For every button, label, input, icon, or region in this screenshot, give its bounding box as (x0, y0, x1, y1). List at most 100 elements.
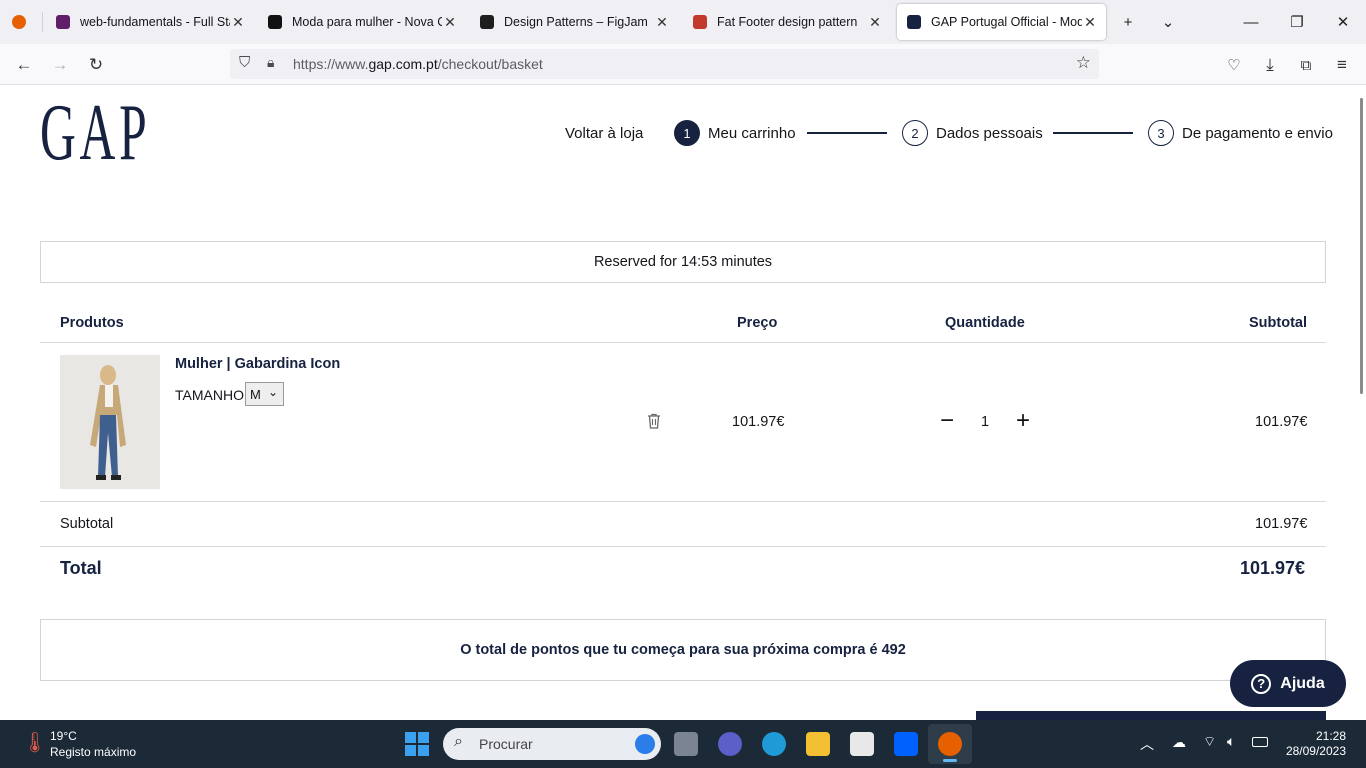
search-icon: ⌕ (454, 733, 463, 750)
search-placeholder: Procurar (479, 736, 533, 752)
total-value: 101.97€ (1240, 558, 1306, 578)
back-to-store-link[interactable]: Voltar à loja (565, 125, 643, 142)
product-image[interactable] (60, 355, 160, 489)
tab-title: Moda para mulher - Nova Co (292, 15, 442, 29)
bershka-icon (268, 15, 282, 29)
menu-hamburger-icon[interactable]: ≡ (1329, 52, 1355, 78)
close-window-button[interactable]: ✕ (1320, 0, 1366, 44)
weather-temperature[interactable]: 19°C (50, 729, 77, 743)
step-connector (1053, 132, 1133, 134)
tab-title: GAP Portugal Official - Moda (931, 15, 1082, 29)
help-button[interactable]: ? Ajuda (1230, 660, 1346, 707)
item-subtotal: 101.97€ (1255, 414, 1308, 430)
header-subtotal: Subtotal (1249, 315, 1307, 331)
shield-icon[interactable]: ⛉ (239, 54, 250, 71)
close-tab-icon[interactable]: ✕ (654, 14, 670, 31)
help-label: Ajuda (1280, 674, 1325, 692)
ui-patterns-icon (693, 15, 707, 29)
total-label: Total (60, 558, 102, 578)
gap-logo[interactable]: GAP (40, 93, 150, 173)
product-name-link[interactable]: Mulher | Gabardina Icon (175, 356, 340, 372)
restore-button[interactable]: ❐ (1274, 0, 1320, 44)
trash-icon[interactable] (645, 412, 663, 435)
tab-title: Fat Footer design pattern (717, 15, 858, 29)
figma-icon (480, 15, 494, 29)
page-scrollbar[interactable] (1360, 98, 1363, 394)
edge-icon[interactable] (762, 732, 786, 756)
microsoft-store-icon[interactable] (850, 732, 874, 756)
firefox-menu-button[interactable] (0, 4, 42, 40)
taskbar-clock[interactable]: 21:28 28/09/2023 (1286, 729, 1346, 759)
tab-web-fundamentals[interactable]: web-fundamentals - Full Stac ✕ (46, 4, 254, 40)
back-arrow-icon[interactable]: ← (11, 52, 37, 78)
browser-nav-bar: ← → ↻ ⛉ 🔒︎ https://www.gap.com.pt/checko… (0, 44, 1366, 85)
increase-quantity-button[interactable]: + (1013, 409, 1033, 433)
minimize-button[interactable]: — (1228, 0, 1274, 44)
volume-icon[interactable]: 🔈︎ (1227, 733, 1235, 750)
url-bar[interactable]: ⛉ 🔒︎ https://www.gap.com.pt/checkout/bas… (230, 49, 1099, 79)
summary-subtotal-value: 101.97€ (1255, 516, 1308, 532)
list-all-tabs-icon[interactable]: ⌄ (1145, 0, 1191, 44)
bing-icon[interactable] (635, 734, 655, 754)
tab-moda-mulher[interactable]: Moda para mulher - Nova Co ✕ (258, 4, 466, 40)
clock-time: 21:28 (1315, 729, 1346, 743)
size-select[interactable]: M ⌄ (245, 382, 284, 406)
dropbox-icon[interactable] (894, 732, 918, 756)
header-products: Produtos (60, 315, 124, 331)
browser-tab-bar: web-fundamentals - Full Stac ✕ Moda para… (0, 0, 1366, 44)
tab-figjam[interactable]: Design Patterns – FigJam ✕ (470, 4, 678, 40)
lock-icon[interactable]: 🔒︎ (267, 54, 274, 71)
loyalty-points-message: O total de pontos que tu começa para sua… (40, 619, 1326, 681)
downloads-icon[interactable]: ⤓ (1257, 52, 1283, 78)
size-value: M (250, 386, 261, 402)
gap-favicon-icon (907, 15, 921, 29)
close-tab-icon[interactable]: ✕ (442, 14, 458, 31)
weather-description[interactable]: Registo máximo (50, 745, 136, 759)
tab-gap-active[interactable]: GAP Portugal Official - Moda ✕ (897, 4, 1106, 40)
windows-start-icon[interactable] (405, 732, 429, 756)
teams-chat-icon[interactable] (718, 732, 742, 756)
reload-icon[interactable]: ↻ (83, 52, 109, 78)
taskbar-search[interactable]: ⌕ Procurar (443, 728, 661, 760)
step-1-number: 1 (674, 120, 700, 146)
task-view-icon[interactable] (674, 732, 698, 756)
close-tab-icon[interactable]: ✕ (230, 14, 246, 31)
onedrive-icon[interactable]: ☁ (1172, 734, 1186, 751)
firefox-icon (12, 15, 26, 29)
step-connector (807, 132, 887, 134)
step-3-number: 3 (1148, 120, 1174, 146)
forward-arrow-icon[interactable]: → (47, 52, 73, 78)
close-tab-icon[interactable]: ✕ (1082, 14, 1098, 31)
step-2-number: 2 (902, 120, 928, 146)
url-text[interactable]: https://www.gap.com.pt/checkout/basket (293, 56, 543, 72)
divider (40, 342, 1326, 343)
tab-fat-footer[interactable]: Fat Footer design pattern ✕ (683, 4, 891, 40)
size-label: TAMANHO (175, 387, 244, 403)
divider (40, 501, 1326, 502)
bookmark-star-icon[interactable]: ☆ (1076, 53, 1091, 73)
firefox-taskbar-active[interactable] (928, 724, 972, 764)
checkout-button-partial[interactable] (976, 711, 1326, 720)
decrease-quantity-button[interactable]: − (937, 409, 957, 433)
step-1-label: Meu carrinho (708, 125, 796, 142)
close-tab-icon[interactable]: ✕ (867, 14, 883, 31)
pocket-icon[interactable]: ♡ (1221, 52, 1247, 78)
header-price: Preço (737, 315, 778, 331)
file-explorer-icon[interactable] (806, 732, 830, 756)
question-icon: ? (1251, 673, 1272, 694)
firefox-icon (938, 732, 962, 756)
windows-taskbar: 🌡︎ 19°C Registo máximo ⌕ Procurar ︿ ☁ ⌔ … (0, 720, 1366, 768)
summary-subtotal-label: Subtotal (60, 516, 114, 532)
divider (40, 546, 1326, 547)
thermometer-icon[interactable]: 🌡︎ (22, 730, 47, 755)
wifi-icon[interactable]: ⌔ (1203, 733, 1216, 751)
tab-title: Design Patterns – FigJam (504, 15, 648, 29)
reservation-timer: Reserved for 14:53 minutes (40, 241, 1326, 283)
chevron-down-icon: ⌄ (267, 385, 278, 399)
chevron-up-icon[interactable]: ︿ (1140, 734, 1154, 754)
battery-icon[interactable] (1252, 737, 1268, 747)
step-3-label: De pagamento e envio (1182, 125, 1333, 142)
step-2-label: Dados pessoais (936, 125, 1043, 142)
extensions-icon[interactable]: ⧉ (1293, 52, 1319, 78)
slack-icon (56, 15, 70, 29)
